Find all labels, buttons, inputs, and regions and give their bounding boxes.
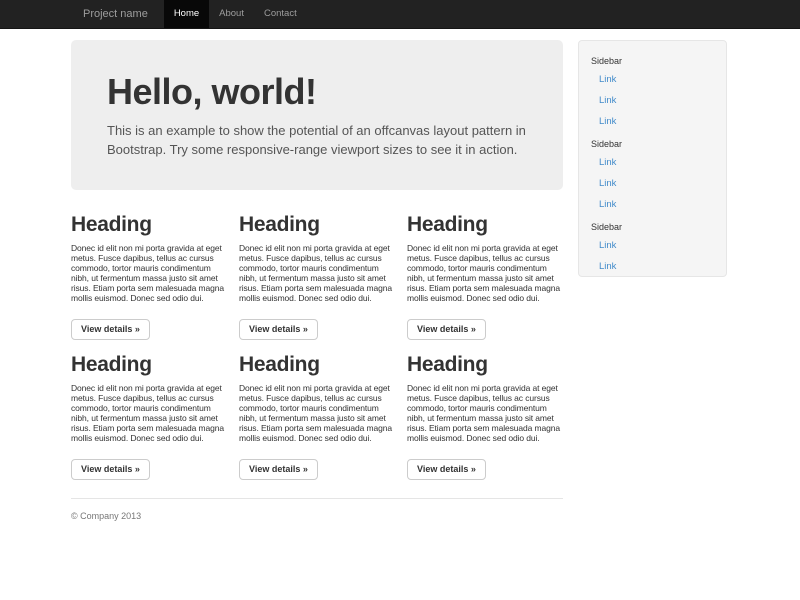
card-heading: Heading: [71, 212, 227, 238]
page-container: Hello, world! This is an example to show…: [71, 40, 729, 552]
sidebar-link[interactable]: Link: [579, 69, 726, 90]
card: Heading Donec id elit non mi porta gravi…: [71, 212, 227, 340]
copyright-text: © Company 2013: [71, 511, 563, 522]
view-details-button[interactable]: View details »: [239, 319, 318, 340]
card-body-text: Donec id elit non mi porta gravida at eg…: [407, 383, 563, 443]
card-body-text: Donec id elit non mi porta gravida at eg…: [407, 243, 563, 303]
sidebar-link[interactable]: Link: [579, 235, 726, 256]
sidebar-group-3: Sidebar Link Link: [579, 215, 726, 277]
page-title: Hello, world!: [107, 72, 527, 112]
hero-row: Hello, world! This is an example to show…: [71, 40, 729, 552]
sidebar-link[interactable]: Link: [579, 194, 726, 215]
navbar-menu: Home About Contact: [164, 0, 307, 28]
nav-item-about[interactable]: About: [209, 0, 254, 28]
cards-row-2: Heading Donec id elit non mi porta gravi…: [71, 352, 563, 480]
card-heading: Heading: [407, 212, 563, 238]
nav-item-home[interactable]: Home: [164, 0, 209, 28]
card: Heading Donec id elit non mi porta gravi…: [239, 212, 395, 340]
card-heading: Heading: [71, 352, 227, 378]
view-details-button[interactable]: View details »: [407, 319, 486, 340]
sidebar-heading: Sidebar: [579, 132, 726, 152]
card-body-text: Donec id elit non mi porta gravida at eg…: [71, 243, 227, 303]
card-body-text: Donec id elit non mi porta gravida at eg…: [71, 383, 227, 443]
view-details-button[interactable]: View details »: [239, 459, 318, 480]
sidebar-link[interactable]: Link: [579, 111, 726, 132]
brand-link[interactable]: Project name: [71, 0, 164, 28]
card: Heading Donec id elit non mi porta gravi…: [407, 352, 563, 480]
sidebar-heading: Sidebar: [579, 49, 726, 69]
view-details-button[interactable]: View details »: [71, 459, 150, 480]
sidebar-group-1: Sidebar Link Link Link: [579, 49, 726, 132]
card-body-text: Donec id elit non mi porta gravida at eg…: [239, 243, 395, 303]
main-column: Hello, world! This is an example to show…: [71, 40, 563, 552]
view-details-button[interactable]: View details »: [71, 319, 150, 340]
nav-item-contact[interactable]: Contact: [254, 0, 307, 28]
sidebar-link[interactable]: Link: [579, 90, 726, 111]
card-heading: Heading: [407, 352, 563, 378]
cards-row-1: Heading Donec id elit non mi porta gravi…: [71, 212, 563, 340]
card: Heading Donec id elit non mi porta gravi…: [407, 212, 563, 340]
card: Heading Donec id elit non mi porta gravi…: [239, 352, 395, 480]
view-details-button[interactable]: View details »: [407, 459, 486, 480]
jumbotron-description: This is an example to show the potential…: [107, 122, 527, 159]
card-heading: Heading: [239, 212, 395, 238]
sidebar: Sidebar Link Link Link Sidebar Link Link…: [578, 40, 727, 277]
card: Heading Donec id elit non mi porta gravi…: [71, 352, 227, 480]
jumbotron: Hello, world! This is an example to show…: [71, 40, 563, 190]
page-footer: © Company 2013: [71, 498, 563, 552]
sidebar-group-2: Sidebar Link Link Link: [579, 132, 726, 215]
sidebar-heading: Sidebar: [579, 215, 726, 235]
sidebar-link[interactable]: Link: [579, 256, 726, 277]
navbar-inner: Project name Home About Contact: [71, 0, 729, 28]
card-body-text: Donec id elit non mi porta gravida at eg…: [239, 383, 395, 443]
top-navbar: Project name Home About Contact: [0, 0, 800, 29]
card-heading: Heading: [239, 352, 395, 378]
sidebar-link[interactable]: Link: [579, 173, 726, 194]
sidebar-link[interactable]: Link: [579, 152, 726, 173]
